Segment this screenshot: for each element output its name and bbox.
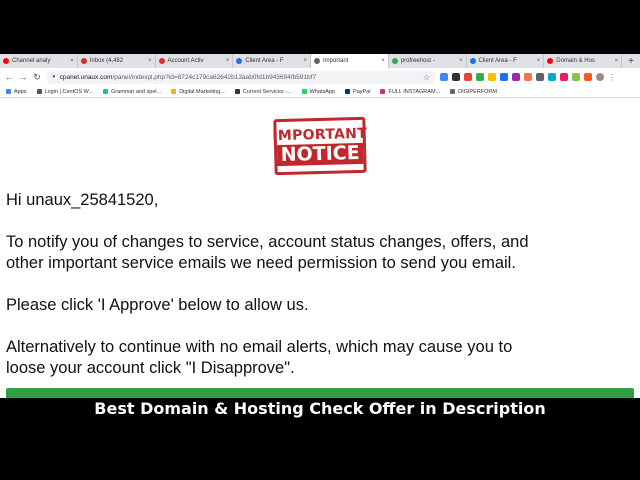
paragraph-line: Alternatively to continue with no email …	[6, 338, 513, 356]
notice-page: IMPORTANT NOTICE Hi unaux_25841520, To n…	[0, 98, 640, 398]
bookmark-label: Login | CentOS W...	[44, 88, 94, 95]
tab-label: Important	[323, 58, 349, 64]
new-tab-button[interactable]: +	[622, 54, 640, 68]
close-tab-icon[interactable]: ×	[303, 58, 307, 64]
close-tab-icon[interactable]: ×	[70, 58, 74, 64]
extensions-area: ⋮	[440, 73, 616, 82]
browser-tab[interactable]: profreehost - ×	[389, 54, 467, 68]
bookmark-label: Digital Marketing...	[179, 88, 225, 95]
extension-icon[interactable]	[536, 73, 544, 81]
browser-tab[interactable]: Account Activ ×	[156, 54, 234, 68]
back-icon[interactable]: ←	[4, 72, 14, 82]
extension-icon[interactable]	[548, 73, 556, 81]
bookmark-icon	[380, 89, 386, 94]
tab-favicon-icon	[80, 58, 87, 64]
tab-label: Channel analy	[12, 58, 51, 64]
close-tab-icon[interactable]: ×	[459, 58, 463, 64]
extension-icon[interactable]	[512, 73, 520, 81]
url-host: cpanel.unaux.com	[59, 73, 113, 81]
browser-tab[interactable]: Client Area - F ×	[233, 54, 311, 68]
url-path: /panel/indexpl.php?id=8724c179ca62642b13…	[112, 73, 317, 81]
paragraph-line: Please click 'I Approve' below to allow …	[6, 296, 309, 314]
lock-icon: ●	[52, 74, 56, 80]
address-bar[interactable]: ● cpanel.unaux.com/panel/indexpl.php?id=…	[46, 70, 436, 84]
extension-icon[interactable]	[560, 73, 568, 81]
extension-icon[interactable]	[452, 73, 460, 81]
paragraph-line: To notify you of changes to service, acc…	[6, 233, 529, 251]
tab-strip: Channel analy × Inbox (4,482 × Account Activ…	[0, 54, 640, 68]
extension-icon[interactable]	[464, 73, 472, 81]
browser-window: Channel analy × Inbox (4,482 × Account Activ…	[0, 54, 640, 398]
close-tab-icon[interactable]: ×	[226, 58, 230, 64]
tab-favicon-icon	[547, 58, 554, 64]
extension-icon[interactable]	[572, 73, 580, 81]
browser-tab[interactable]: Inbox (4,482 ×	[78, 54, 156, 68]
bookmark-label: WhatsApp	[309, 88, 336, 95]
greeting: Hi unaux_25841520,	[6, 191, 159, 209]
browser-tab[interactable]: Channel analy ×	[0, 54, 78, 68]
extension-icon[interactable]	[524, 73, 532, 81]
bookmark-item[interactable]: Current Services -...	[234, 88, 292, 95]
tab-label: profreehost -	[400, 58, 435, 64]
bookmark-label: PayPal	[353, 88, 371, 95]
extension-icon[interactable]	[476, 73, 484, 81]
browser-tab[interactable]: Domain & Hos ×	[544, 54, 622, 68]
close-tab-icon[interactable]: ×	[537, 58, 541, 64]
paragraph-line: loose your account click "I Disapprove".	[6, 359, 295, 377]
bookmark-item[interactable]: Digital Marketing...	[171, 89, 225, 95]
bookmark-label: FULL INSTAGRAM...	[388, 88, 441, 95]
tab-favicon-icon	[469, 58, 476, 64]
tab-favicon-icon	[391, 58, 398, 64]
extension-icon[interactable]	[488, 73, 496, 81]
reload-icon[interactable]: ↻	[32, 72, 42, 83]
bookmark-item[interactable]: Apps	[6, 89, 27, 95]
tab-favicon-icon	[236, 58, 243, 64]
tab-favicon-icon	[314, 58, 320, 64]
menu-icon[interactable]: ⋮	[608, 73, 616, 82]
bookmarks-bar: Apps Login | CentOS W... Grammar and spel.…	[0, 86, 640, 98]
bookmark-item[interactable]: DIGIPERFORM	[450, 89, 497, 95]
bookmark-label: Grammar and spel...	[111, 88, 162, 95]
close-tab-icon[interactable]: ×	[381, 58, 385, 64]
browser-tab[interactable]: Important ×	[311, 54, 389, 68]
extension-icon[interactable]	[500, 73, 508, 81]
bookmark-star-icon[interactable]: ☆	[423, 73, 430, 82]
video-caption: Best Domain & Hosting Check Offer in Des…	[94, 398, 546, 418]
extension-icon[interactable]	[440, 73, 448, 81]
bookmark-item[interactable]: PayPal	[345, 89, 370, 95]
extension-icon[interactable]	[584, 73, 592, 81]
bookmark-icon	[171, 89, 177, 94]
close-tab-icon[interactable]: ×	[614, 58, 618, 64]
browser-toolbar: ← → ↻ ● cpanel.unaux.com/panel/indexpl.p…	[0, 68, 640, 86]
bookmark-icon	[450, 89, 456, 94]
tab-label: Client Area - F	[245, 58, 284, 64]
profile-avatar[interactable]	[596, 73, 604, 81]
bookmark-label: Current Services -...	[242, 88, 292, 95]
tab-label: Inbox (4,482	[89, 58, 124, 64]
bookmark-icon	[103, 89, 109, 94]
bookmark-icon	[6, 89, 11, 94]
bookmark-item[interactable]: FULL INSTAGRAM...	[380, 89, 440, 95]
stamp-line2: NOTICE	[277, 141, 363, 166]
bookmark-label: DIGIPERFORM	[458, 88, 497, 95]
close-tab-icon[interactable]: ×	[148, 58, 152, 64]
approve-button[interactable]	[6, 388, 634, 398]
bookmark-icon	[345, 89, 351, 94]
bookmark-item[interactable]: Grammar and spel...	[103, 89, 161, 95]
paragraph-line: other important service emails we need p…	[6, 254, 516, 272]
tab-label: Account Activ	[167, 58, 204, 64]
forward-icon[interactable]: →	[18, 72, 28, 82]
tab-label: Client Area - F	[478, 58, 517, 64]
bookmark-icon	[36, 89, 42, 94]
tab-favicon-icon	[3, 58, 9, 64]
bookmark-icon	[234, 89, 240, 94]
bookmark-icon	[301, 89, 307, 94]
bookmark-item[interactable]: WhatsApp	[301, 88, 336, 95]
browser-tab[interactable]: Client Area - F ×	[467, 54, 545, 68]
tab-favicon-icon	[158, 58, 165, 64]
tab-label: Domain & Hos	[556, 58, 595, 64]
bookmark-label: Apps	[14, 88, 27, 95]
important-notice-stamp: IMPORTANT NOTICE	[272, 116, 367, 176]
bookmark-item[interactable]: Login | CentOS W...	[36, 88, 94, 95]
